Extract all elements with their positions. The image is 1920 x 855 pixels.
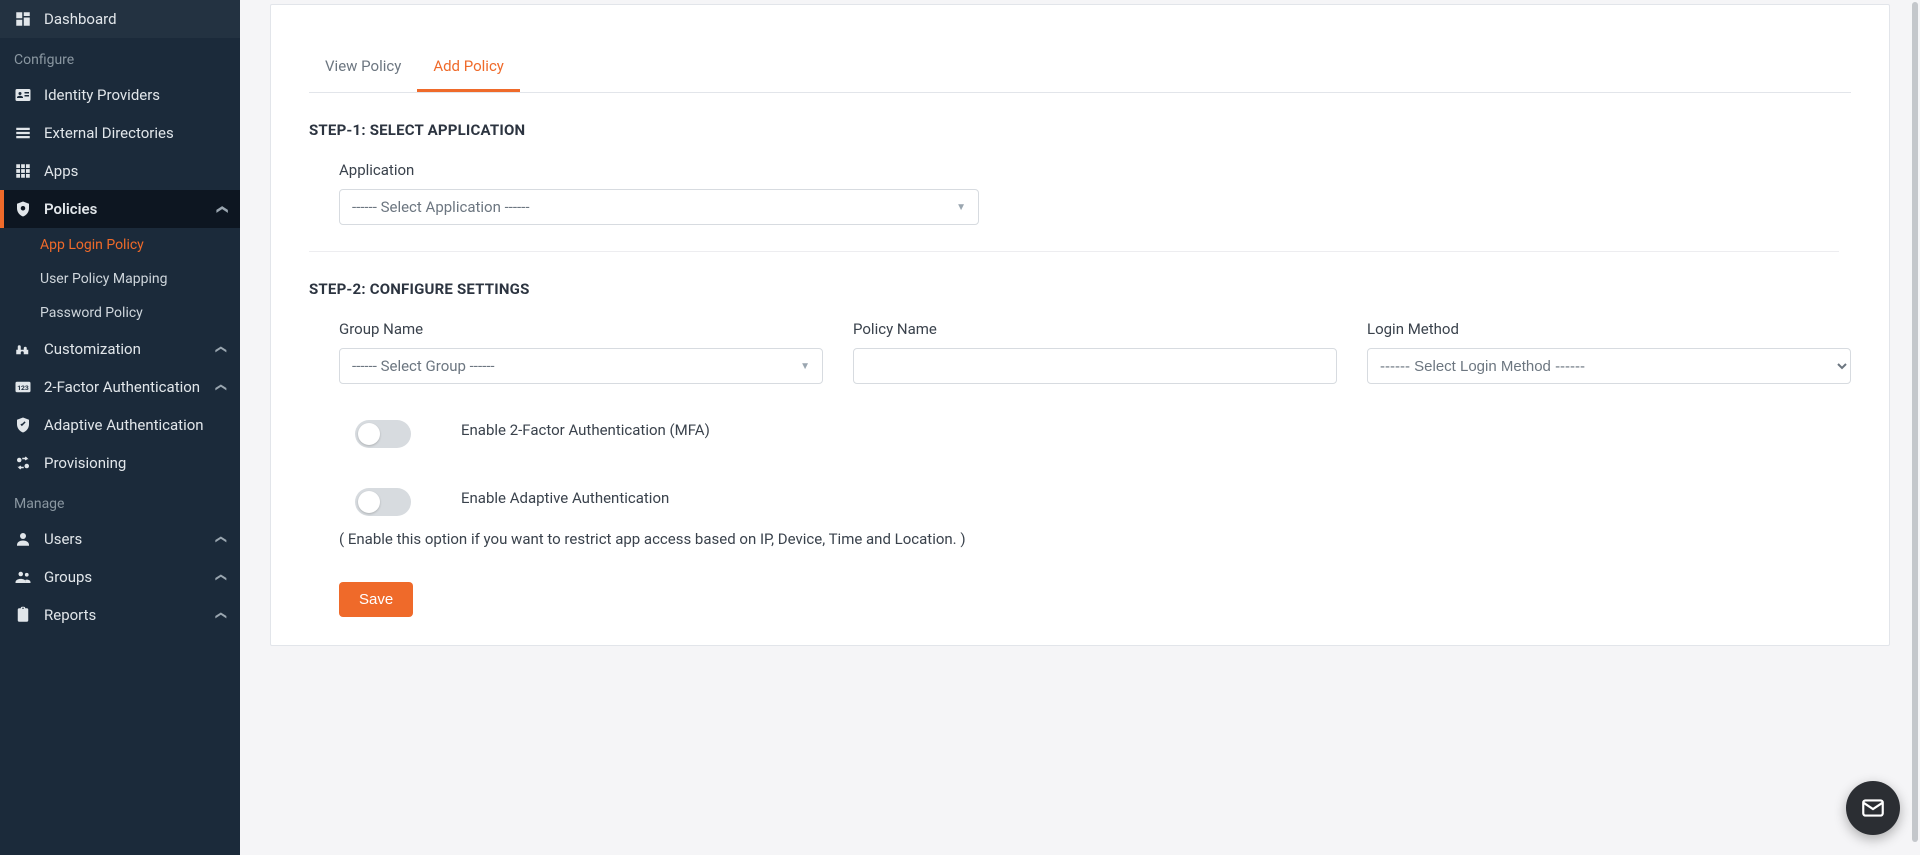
page-scrollbar-thumb[interactable] <box>1912 2 1918 842</box>
id-card-icon <box>14 86 32 104</box>
sidebar-subitem-password-policy[interactable]: Password Policy <box>0 296 240 330</box>
sidebar-item-identity-providers[interactable]: Identity Providers <box>0 76 240 114</box>
sidebar-subitem-app-login-policy[interactable]: App Login Policy <box>0 228 240 262</box>
policy-panel: View Policy Add Policy STEP-1: SELECT AP… <box>270 4 1890 646</box>
chevron-down-icon: ❮ <box>215 534 228 543</box>
policy-name-input[interactable] <box>853 348 1337 384</box>
sidebar-item-reports[interactable]: Reports ❮ <box>0 596 240 634</box>
puzzle-icon <box>14 340 32 358</box>
application-label: Application <box>339 161 1839 179</box>
application-select[interactable]: ------ Select Application ------ ▼ <box>339 189 979 225</box>
policy-tabs: View Policy Add Policy <box>309 45 1851 93</box>
caret-down-icon: ▼ <box>956 202 966 213</box>
sidebar-item-users[interactable]: Users ❮ <box>0 520 240 558</box>
caret-down-icon: ▼ <box>800 361 810 372</box>
list-icon <box>14 124 32 142</box>
sidebar-item-label: Policies <box>44 200 217 218</box>
chevron-down-icon: ❮ <box>215 610 228 619</box>
sidebar-item-label: Groups <box>44 568 217 586</box>
two-factor-icon: 123 <box>14 378 32 396</box>
login-method-select[interactable]: ------ Select Login Method ------ <box>1367 348 1851 384</box>
chevron-down-icon: ❮ <box>215 572 228 581</box>
sidebar-item-customization[interactable]: Customization ❮ <box>0 330 240 368</box>
step2-title: STEP-2: CONFIGURE SETTINGS <box>309 280 1851 298</box>
group-name-select[interactable]: ------ Select Group ------ ▼ <box>339 348 823 384</box>
adaptive-toggle-description: ( Enable this option if you want to rest… <box>309 524 1009 556</box>
sidebar-item-label: External Directories <box>44 124 226 142</box>
tab-add-policy[interactable]: Add Policy <box>417 45 520 92</box>
adaptive-toggle[interactable] <box>355 488 411 516</box>
sidebar-section-configure: Configure <box>0 38 240 76</box>
sidebar-item-groups[interactable]: Groups ❮ <box>0 558 240 596</box>
shield-icon <box>14 200 32 218</box>
step1-title: STEP-1: SELECT APPLICATION <box>309 121 1851 139</box>
save-button[interactable]: Save <box>339 582 413 617</box>
sidebar-item-dashboard[interactable]: Dashboard <box>0 0 240 38</box>
step2-fields: Group Name ------ Select Group ------ ▼ … <box>309 320 1851 384</box>
sidebar-item-two-factor[interactable]: 123 2-Factor Authentication ❮ <box>0 368 240 406</box>
sidebar-item-label: Adaptive Authentication <box>44 416 226 434</box>
application-select-value: ------ Select Application ------ <box>352 198 529 216</box>
sidebar-item-label: Users <box>44 530 217 548</box>
sidebar-item-label: Customization <box>44 340 217 358</box>
chevron-down-icon: ❮ <box>215 382 228 391</box>
sidebar-item-label: Dashboard <box>44 10 226 28</box>
main-content: View Policy Add Policy STEP-1: SELECT AP… <box>240 0 1920 855</box>
sidebar-item-external-directories[interactable]: External Directories <box>0 114 240 152</box>
shield-check-icon <box>14 416 32 434</box>
mfa-toggle-row: Enable 2-Factor Authentication (MFA) <box>309 418 1851 448</box>
adaptive-toggle-label: Enable Adaptive Authentication <box>461 486 669 510</box>
sidebar-item-provisioning[interactable]: Provisioning <box>0 444 240 482</box>
chevron-down-icon: ❮ <box>215 344 228 353</box>
sidebar-item-apps[interactable]: Apps <box>0 152 240 190</box>
tab-view-policy[interactable]: View Policy <box>309 45 417 92</box>
login-method-label: Login Method <box>1367 320 1851 338</box>
grid-icon <box>14 162 32 180</box>
sidebar-item-label: Identity Providers <box>44 86 226 104</box>
mfa-toggle-label: Enable 2-Factor Authentication (MFA) <box>461 418 710 442</box>
sidebar-item-label: 2-Factor Authentication <box>44 378 217 396</box>
group-icon <box>14 568 32 586</box>
group-name-select-value: ------ Select Group ------ <box>352 357 495 375</box>
sidebar-item-adaptive-auth[interactable]: Adaptive Authentication <box>0 406 240 444</box>
sidebar-subitem-user-policy-mapping[interactable]: User Policy Mapping <box>0 262 240 296</box>
policy-name-label: Policy Name <box>853 320 1337 338</box>
support-chat-button[interactable] <box>1846 781 1900 835</box>
group-name-label: Group Name <box>339 320 823 338</box>
sidebar: Dashboard Configure Identity Providers E… <box>0 0 240 855</box>
mail-icon <box>1860 795 1886 821</box>
adaptive-toggle-row: Enable Adaptive Authentication <box>309 486 1851 516</box>
page-scrollbar[interactable] <box>1914 0 1920 855</box>
chevron-down-icon: ❮ <box>215 204 228 213</box>
sidebar-item-policies[interactable]: Policies ❮ <box>0 190 240 228</box>
sidebar-item-label: Apps <box>44 162 226 180</box>
svg-text:123: 123 <box>17 384 29 392</box>
step1-section: Application ------ Select Application --… <box>309 161 1839 252</box>
user-icon <box>14 530 32 548</box>
mfa-toggle[interactable] <box>355 420 411 448</box>
sidebar-item-label: Provisioning <box>44 454 226 472</box>
clipboard-icon <box>14 606 32 624</box>
dashboard-icon <box>14 10 32 28</box>
sync-users-icon <box>14 454 32 472</box>
sidebar-section-manage: Manage <box>0 482 240 520</box>
sidebar-item-label: Reports <box>44 606 217 624</box>
